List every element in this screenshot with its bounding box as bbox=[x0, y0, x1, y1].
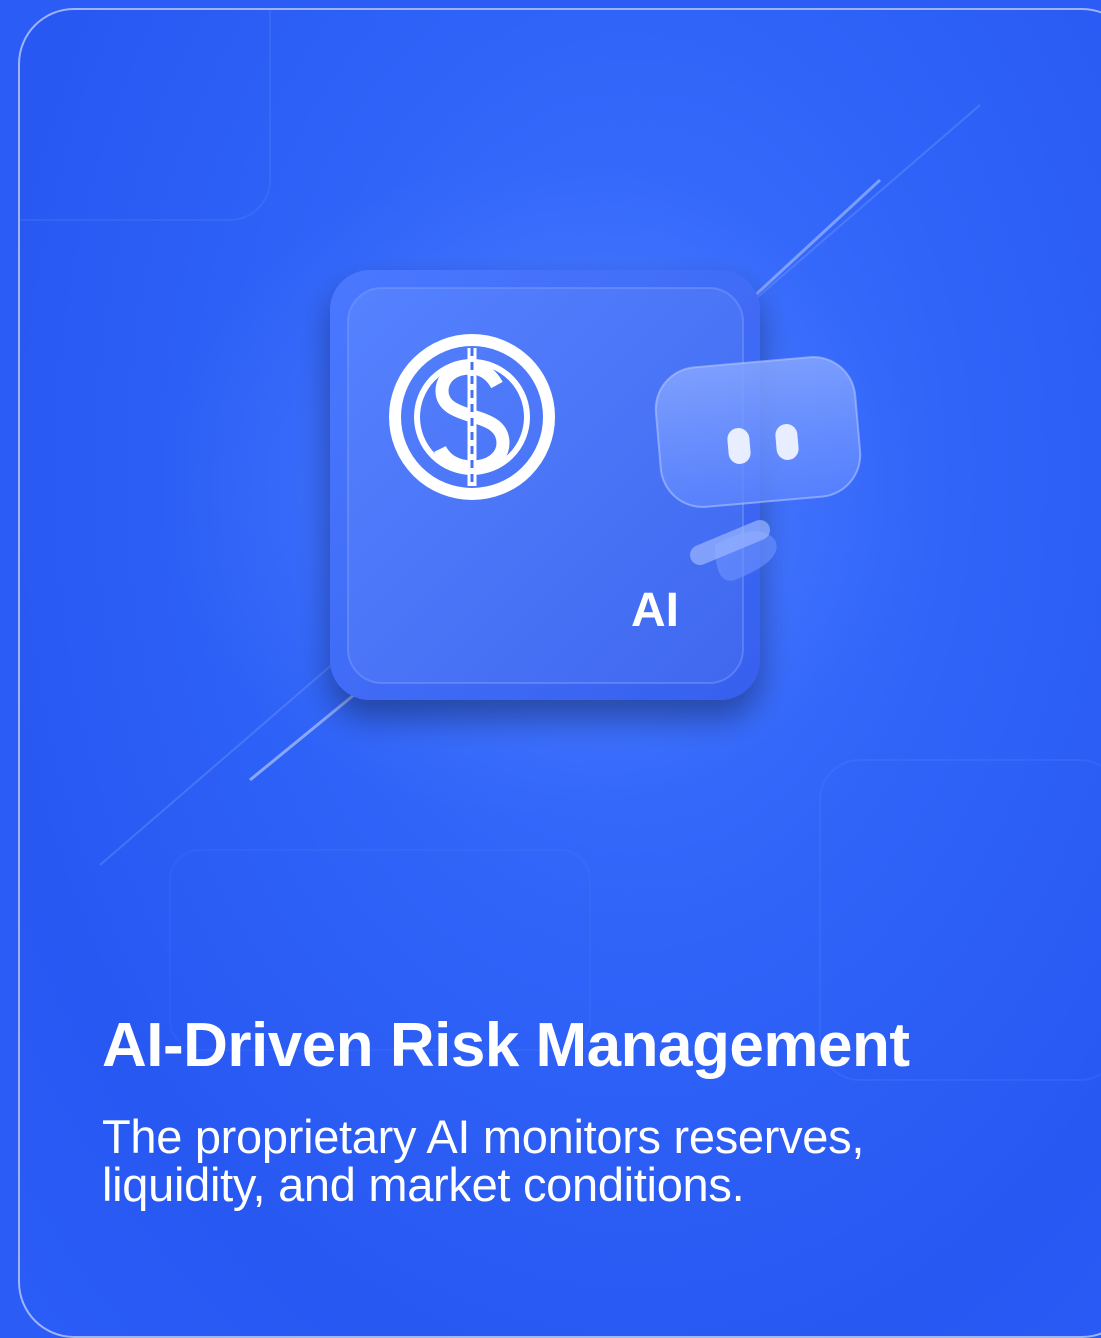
card-description-line-2: liquidity, and market conditions. bbox=[102, 1158, 745, 1211]
card-description-line-1: The proprietary AI monitors reserves, bbox=[102, 1110, 865, 1163]
card-description: The proprietary AI monitors reserves, li… bbox=[102, 1113, 1002, 1209]
card-title: AI-Driven Risk Management bbox=[102, 1011, 910, 1080]
dollar-coin-icon bbox=[389, 334, 555, 500]
decor-frame-top-left bbox=[20, 10, 271, 221]
feature-card: AI AI-Driven Risk Management The proprie… bbox=[18, 8, 1101, 1338]
ai-badge-label: AI bbox=[631, 584, 679, 637]
